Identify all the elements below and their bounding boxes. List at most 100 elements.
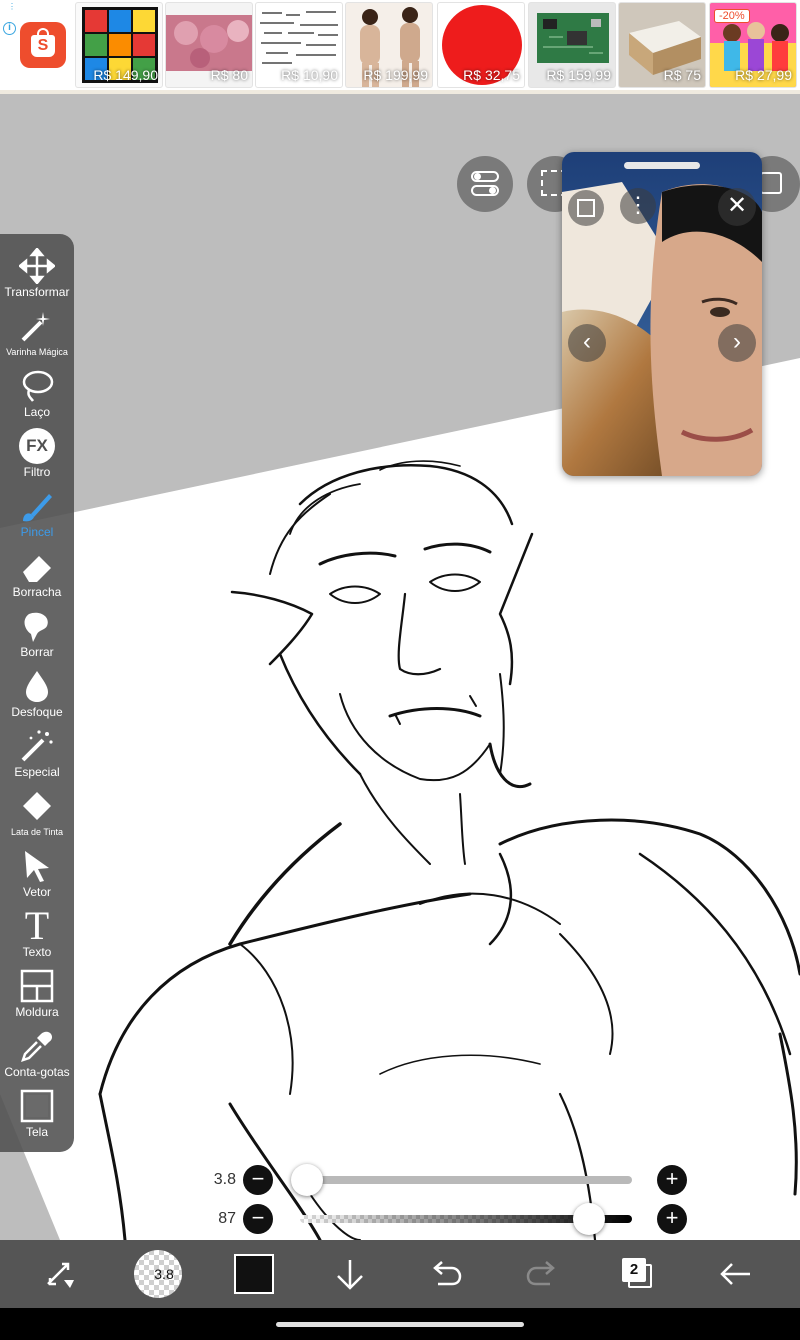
- tool-brush[interactable]: Pincel: [0, 480, 74, 540]
- move-arrows-icon: [19, 248, 55, 284]
- brush-size-value: 3.8: [213, 1171, 236, 1188]
- tool-label: Texto: [22, 945, 52, 959]
- discount-badge: -20%: [714, 9, 750, 23]
- brush-preview-value: 3.8: [154, 1266, 174, 1282]
- back-button[interactable]: [712, 1250, 760, 1298]
- opacity-thumb[interactable]: [572, 1203, 605, 1235]
- blur-drop-icon: [26, 671, 48, 702]
- tool-special[interactable]: Especial: [0, 720, 74, 780]
- undo-icon: [433, 1261, 462, 1286]
- ad-product-tile[interactable]: R$ 80: [165, 2, 253, 88]
- brush-size-slider[interactable]: [300, 1176, 632, 1184]
- lasso-icon: [22, 370, 54, 402]
- tool-vector[interactable]: Vetor: [0, 840, 74, 900]
- system-nav-bar: [0, 1308, 800, 1340]
- download-arrow-icon: [337, 1260, 363, 1290]
- tool-label: Vetor: [22, 885, 52, 899]
- tool-label: Moldura: [15, 1005, 59, 1019]
- ad-price: R$ 199,99: [363, 67, 428, 83]
- tool-label: Varinha Mágica: [6, 347, 68, 357]
- tool-label: Transformar: [4, 285, 70, 299]
- brush-preview-button[interactable]: 3.8: [134, 1250, 182, 1298]
- tool-sidebar: Transformar Varinha Mágica Laço FX Filtr…: [0, 234, 74, 1152]
- tool-paint-bucket[interactable]: Lata de Tinta: [0, 780, 74, 840]
- tool-smudge[interactable]: Borrar: [0, 600, 74, 660]
- tool-transform[interactable]: Transformar: [0, 240, 74, 300]
- eraser-icon: [23, 556, 51, 582]
- tool-label: Conta-gotas: [4, 1065, 70, 1079]
- opacity-increase-button[interactable]: +: [657, 1204, 687, 1234]
- tool-filter[interactable]: FX Filtro: [0, 420, 74, 480]
- shopee-bag-icon[interactable]: S: [20, 22, 66, 68]
- eyedropper-icon: [21, 1031, 53, 1062]
- redo-icon: [526, 1261, 555, 1286]
- back-arrow-icon: [720, 1263, 750, 1285]
- ad-product-tile[interactable]: R$ 75: [618, 2, 706, 88]
- tool-label: Borrar: [20, 645, 54, 659]
- color-swatch-icon: [234, 1254, 274, 1294]
- ad-product-tile[interactable]: R$ 149,90: [75, 2, 163, 88]
- color-swatch-button[interactable]: [232, 1250, 280, 1298]
- ad-price: R$ 10,90: [281, 67, 338, 83]
- tool-label: Tela: [25, 1125, 48, 1139]
- tool-label: Lata de Tinta: [10, 827, 64, 837]
- tool-label: Laço: [23, 405, 51, 419]
- special-wand-icon: [21, 730, 53, 762]
- chevron-right-icon[interactable]: ›: [718, 324, 756, 362]
- undo-button[interactable]: [422, 1250, 470, 1298]
- ad-price: R$ 32,75: [463, 67, 520, 83]
- close-icon[interactable]: ✕: [718, 188, 756, 226]
- ad-price: R$ 75: [663, 67, 701, 83]
- cursor-arrow-icon: [25, 851, 49, 882]
- ad-product-tile[interactable]: R$ 199,99: [345, 2, 433, 88]
- ad-price: R$ 80: [210, 67, 248, 83]
- tool-eraser[interactable]: Borracha: [0, 540, 74, 600]
- brush-size-thumb[interactable]: [290, 1164, 323, 1196]
- home-indicator[interactable]: [276, 1322, 524, 1327]
- text-icon: T: [19, 906, 55, 946]
- brush-size-increase-button[interactable]: +: [657, 1165, 687, 1195]
- tool-lasso[interactable]: Laço: [0, 360, 74, 420]
- tool-label: Pincel: [20, 525, 54, 539]
- swap-icon: [47, 1262, 74, 1288]
- pip-square-button[interactable]: [568, 190, 604, 226]
- swap-button[interactable]: [38, 1250, 86, 1298]
- fx-filter-icon: FX: [19, 428, 55, 464]
- info-icon[interactable]: i: [3, 22, 16, 35]
- tool-eyedropper[interactable]: Conta-gotas: [0, 1020, 74, 1080]
- ad-price: R$ 159,99: [546, 67, 611, 83]
- download-button[interactable]: [326, 1250, 374, 1298]
- tool-blur[interactable]: Desfoque: [0, 660, 74, 720]
- ad-product-tile[interactable]: -20% R$ 27,99: [709, 2, 797, 88]
- tool-frame[interactable]: Moldura: [0, 960, 74, 1020]
- tool-label: Filtro: [23, 465, 51, 479]
- ad-price: R$ 27,99: [735, 67, 792, 83]
- tool-text[interactable]: T Texto: [0, 900, 74, 960]
- ad-banner[interactable]: ⋮ i S R$ 149,90 R$ 80 R$ 10,90 R$ 199,99…: [0, 0, 800, 94]
- layer-toggle-button[interactable]: [457, 156, 513, 212]
- brush-size-decrease-button[interactable]: −: [243, 1165, 273, 1195]
- tool-label: Borracha: [12, 585, 62, 599]
- frame-icon: [20, 969, 54, 1003]
- ad-choices-icon[interactable]: ⋮: [8, 3, 16, 11]
- brush-icon: [23, 494, 52, 522]
- fx-filter-icon-text: FX: [26, 436, 48, 455]
- tool-label: Especial: [14, 765, 60, 779]
- opacity-decrease-button[interactable]: −: [243, 1204, 273, 1234]
- more-vertical-icon[interactable]: ⋮: [620, 188, 656, 224]
- ad-product-tile[interactable]: R$ 32,75: [437, 2, 525, 88]
- drag-handle[interactable]: [624, 162, 700, 169]
- chevron-left-icon[interactable]: ‹: [568, 324, 606, 362]
- layer-square-icon: [760, 172, 782, 194]
- bottom-toolbar: 3.8 2: [0, 1240, 800, 1308]
- layers-count: 2: [622, 1258, 646, 1282]
- ad-product-tile[interactable]: R$ 10,90: [255, 2, 343, 88]
- tool-canvas[interactable]: Tela: [0, 1080, 74, 1140]
- video-popup[interactable]: ⋮ ✕ ‹ ›: [562, 152, 762, 476]
- tool-magic-wand[interactable]: Varinha Mágica: [0, 300, 74, 360]
- ad-product-tile[interactable]: R$ 159,99: [528, 2, 616, 88]
- pip-square-icon: [577, 199, 595, 217]
- redo-button[interactable]: [518, 1250, 566, 1298]
- layers-button[interactable]: 2: [614, 1250, 662, 1298]
- paint-bucket-icon: [23, 792, 51, 820]
